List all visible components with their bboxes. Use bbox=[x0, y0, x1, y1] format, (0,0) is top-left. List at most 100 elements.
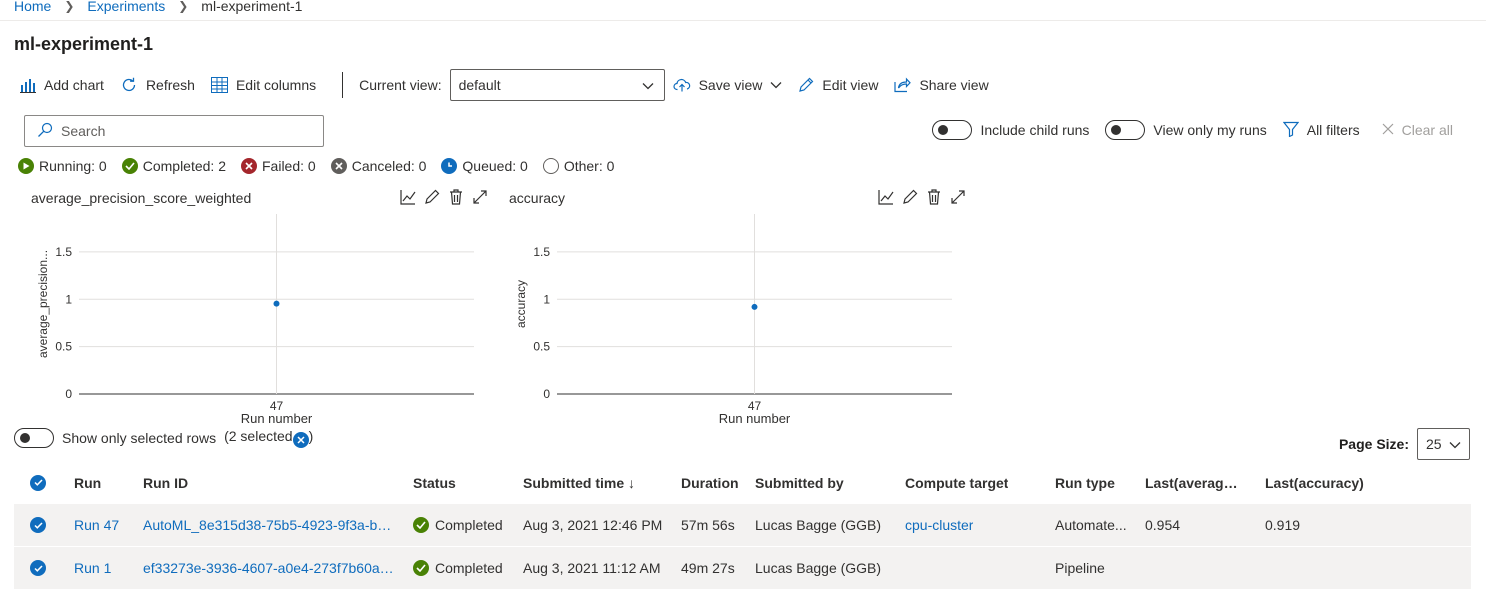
column-header-run[interactable]: Run bbox=[74, 475, 101, 491]
runs-table: Run Run ID Status Submitted time ↓ Durat… bbox=[14, 461, 1471, 590]
canceled-icon bbox=[330, 158, 347, 174]
edit-columns-label: Edit columns bbox=[235, 77, 317, 93]
expand-icon[interactable] bbox=[950, 188, 966, 206]
clear-all-button[interactable]: Clear all bbox=[1382, 122, 1453, 138]
status-queued: Queued: 0 bbox=[441, 158, 528, 174]
include-child-runs-toggle[interactable]: Include child runs bbox=[932, 120, 1089, 140]
edit-view-label: Edit view bbox=[822, 77, 879, 93]
table-columns-icon bbox=[210, 77, 228, 93]
status-completed: Completed: 2 bbox=[121, 158, 226, 174]
selection-bar: Show only selected rows (2 selected) bbox=[14, 428, 313, 448]
status-label: Completed bbox=[435, 517, 503, 533]
status-running: Running: 0 bbox=[18, 158, 107, 174]
run-link[interactable]: Run 1 bbox=[74, 560, 111, 576]
breadcrumb-home-link[interactable]: Home bbox=[14, 0, 51, 14]
run-id-link[interactable]: ef33273e-3936-4607-a0e4-273f7b60a13d bbox=[143, 560, 398, 576]
share-view-label: Share view bbox=[919, 77, 989, 93]
circle-icon bbox=[542, 158, 559, 174]
data-point bbox=[273, 300, 280, 307]
column-header-last-accuracy[interactable]: Last(accuracy) bbox=[1265, 475, 1364, 491]
view-only-my-runs-label: View only my runs bbox=[1153, 122, 1267, 138]
submitted-by-cell: Lucas Bagge (GGB) bbox=[755, 517, 882, 533]
y-axis-label: average_precision... bbox=[36, 250, 50, 358]
search-input[interactable]: Search bbox=[24, 115, 324, 147]
share-view-button[interactable]: Share view bbox=[894, 77, 989, 93]
edit-columns-button[interactable]: Edit columns bbox=[210, 77, 317, 93]
y-tick-label: 1 bbox=[543, 292, 550, 306]
y-tick-label: 1.5 bbox=[533, 245, 550, 259]
add-chart-button[interactable]: Add chart bbox=[20, 77, 104, 93]
chart-plot: 00.511.547Run numberaverage_precision... bbox=[36, 214, 474, 426]
breadcrumb-experiments-link[interactable]: Experiments bbox=[87, 0, 165, 14]
toggle-switch[interactable] bbox=[932, 120, 973, 140]
header-divider bbox=[0, 20, 1486, 21]
submitted-by-cell: Lucas Bagge (GGB) bbox=[755, 560, 882, 576]
trash-icon[interactable] bbox=[926, 188, 942, 206]
column-header-run-id[interactable]: Run ID bbox=[143, 475, 188, 491]
page-size-label: Page Size: bbox=[1338, 436, 1409, 452]
run-type-cell: Pipeline bbox=[1055, 560, 1105, 576]
status-label: Completed bbox=[435, 560, 503, 576]
save-view-button[interactable]: Save view bbox=[673, 77, 783, 93]
clock-icon bbox=[441, 158, 458, 174]
line-chart-icon[interactable] bbox=[400, 188, 416, 206]
run-id-link[interactable]: AutoML_8e315d38-75b5-4923-9f3a-b91... bbox=[143, 517, 398, 533]
status-canceled: Canceled: 0 bbox=[330, 158, 426, 174]
checkmark-icon bbox=[413, 517, 429, 533]
clear-selection-icon[interactable] bbox=[292, 432, 309, 448]
submitted-time-cell: Aug 3, 2021 11:12 AM bbox=[523, 560, 661, 576]
y-tick-label: 0 bbox=[543, 387, 550, 401]
table-row[interactable]: Run 47 AutoML_8e315d38-75b5-4923-9f3a-b9… bbox=[14, 504, 1471, 546]
chevron-down-icon bbox=[642, 77, 654, 93]
table-row[interactable]: Run 1 ef33273e-3936-4607-a0e4-273f7b60a1… bbox=[14, 547, 1471, 589]
x-axis-label: Run number bbox=[241, 411, 313, 426]
column-header-status[interactable]: Status bbox=[413, 475, 456, 491]
row-checkbox[interactable] bbox=[30, 560, 46, 576]
toggle-switch[interactable] bbox=[1105, 120, 1146, 140]
expand-icon[interactable] bbox=[472, 188, 488, 206]
page-size-dropdown[interactable]: 25 bbox=[1417, 428, 1470, 460]
bar-chart-icon bbox=[20, 77, 36, 93]
show-only-selected-toggle[interactable] bbox=[14, 428, 54, 448]
toolbar-divider bbox=[342, 72, 344, 98]
run-link[interactable]: Run 47 bbox=[74, 517, 119, 533]
compute-target-link[interactable]: cpu-cluster bbox=[905, 517, 973, 533]
column-header-last-average[interactable]: Last(average_... bbox=[1145, 475, 1245, 491]
select-all-checkbox[interactable] bbox=[30, 474, 46, 491]
filter-icon bbox=[1282, 121, 1299, 140]
trash-icon[interactable] bbox=[448, 188, 464, 206]
column-header-submitted-by[interactable]: Submitted by bbox=[755, 475, 844, 491]
chevron-right-icon: ❯ bbox=[64, 0, 75, 13]
search-icon bbox=[37, 122, 53, 141]
refresh-button[interactable]: Refresh bbox=[120, 76, 195, 94]
selected-count: (2 selected) bbox=[224, 428, 313, 448]
chevron-down-icon bbox=[770, 81, 782, 89]
chart-title: average_precision_score_weighted bbox=[31, 190, 252, 206]
search-placeholder: Search bbox=[61, 123, 106, 139]
show-only-selected-label: Show only selected rows bbox=[62, 430, 217, 446]
x-axis-label: Run number bbox=[719, 411, 791, 426]
column-header-duration[interactable]: Duration bbox=[681, 475, 739, 491]
column-header-run-type[interactable]: Run type bbox=[1055, 475, 1115, 491]
chart-card-average-precision: average_precision_score_weighted 0 0.5 1 1.… bbox=[31, 186, 491, 426]
row-checkbox[interactable] bbox=[30, 517, 46, 533]
column-header-compute-target[interactable]: Compute target bbox=[905, 475, 1008, 491]
pencil-icon[interactable] bbox=[424, 188, 440, 206]
filters-bar: Include child runs View only my runs All… bbox=[932, 120, 1453, 140]
y-tick-label: 1.5 bbox=[55, 245, 72, 259]
view-only-my-runs-toggle[interactable]: View only my runs bbox=[1105, 120, 1267, 140]
column-header-submitted-time[interactable]: Submitted time ↓ bbox=[523, 475, 635, 491]
clear-all-label: Clear all bbox=[1401, 122, 1453, 138]
all-filters-button[interactable]: All filters bbox=[1282, 121, 1360, 140]
line-chart-icon[interactable] bbox=[878, 188, 894, 206]
current-view-dropdown[interactable]: default bbox=[449, 69, 665, 101]
last-average-cell: 0.954 bbox=[1145, 517, 1181, 533]
table-header: Run Run ID Status Submitted time ↓ Durat… bbox=[14, 461, 1471, 504]
run-type-cell: Automate... bbox=[1055, 517, 1127, 533]
duration-cell: 57m 56s bbox=[681, 517, 735, 533]
edit-view-button[interactable]: Edit view bbox=[798, 77, 878, 93]
selected-count-label: (2 selected bbox=[224, 428, 293, 444]
y-tick-label: 0 bbox=[65, 387, 72, 401]
current-view-value: default bbox=[458, 77, 501, 93]
pencil-icon[interactable] bbox=[902, 188, 918, 206]
